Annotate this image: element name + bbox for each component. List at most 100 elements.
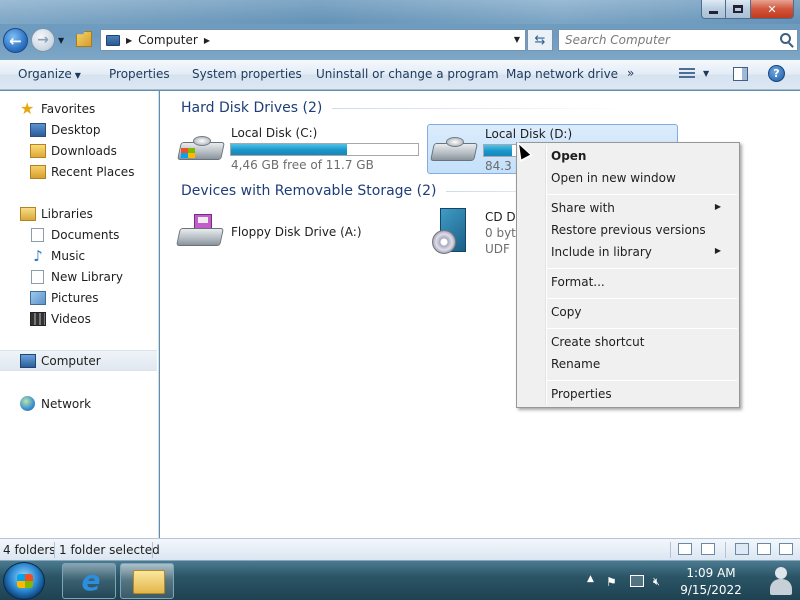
windows-logo-icon <box>181 148 195 158</box>
nav-music[interactable]: ♪ Music <box>0 245 157 266</box>
drive-c[interactable]: Local Disk (C:) 4,46 GB free of 11.7 GB <box>176 124 420 174</box>
menu-item-properties[interactable]: Properties <box>551 387 731 401</box>
submenu-arrow-icon: ▶ <box>714 246 721 255</box>
recent-pages-dropdown[interactable]: ▼ <box>58 36 64 45</box>
volume-muted-icon[interactable]: 🔇︎ <box>653 575 667 588</box>
menu-item-rename[interactable]: Rename <box>551 357 731 371</box>
cd-drive-icon <box>432 208 472 258</box>
forward-arrow-icon: → <box>37 32 49 48</box>
details-view-icon[interactable] <box>678 543 692 555</box>
nav-computer[interactable]: Computer <box>0 350 157 371</box>
large-icons-view-icon[interactable] <box>701 543 715 555</box>
uninstall-program-button[interactable]: Uninstall or change a program <box>316 67 499 81</box>
properties-button[interactable]: Properties <box>109 67 170 81</box>
computer-icon <box>106 34 120 46</box>
network-tray-icon[interactable] <box>630 575 644 587</box>
preview-pane-icon[interactable] <box>733 67 748 81</box>
menu-item-format[interactable]: Format... <box>551 275 731 289</box>
drive-c-usage-bar <box>230 143 419 156</box>
status-selection: 1 folder selected <box>59 543 160 557</box>
navigation-pane-toggle-icon[interactable] <box>779 543 793 555</box>
back-button[interactable]: ← <box>3 28 28 53</box>
cd-drive[interactable]: CD Dr 0 byte UDF <box>427 208 527 258</box>
floppy-drive-icon <box>176 214 224 248</box>
close-button[interactable]: ✕ <box>751 0 794 19</box>
view-options-dropdown[interactable]: ▼ <box>703 69 709 78</box>
address-bar[interactable]: ▶ Computer ▶ ▼ <box>100 29 526 51</box>
videos-icon <box>30 311 46 326</box>
nav-recent-places[interactable]: Recent Places <box>0 161 157 182</box>
status-folder-count: 4 folders <box>3 543 56 557</box>
menu-item-copy[interactable]: Copy <box>551 305 731 319</box>
maximize-button[interactable] <box>726 0 751 19</box>
menu-item-open[interactable]: Open <box>551 149 731 163</box>
desktop-icon <box>30 122 46 137</box>
breadcrumb-chevron-icon[interactable]: ▶ <box>126 36 132 45</box>
nav-videos[interactable]: Videos <box>0 308 157 329</box>
close-icon: ✕ <box>767 2 777 16</box>
map-network-drive-button[interactable]: Map network drive <box>506 67 618 81</box>
change-view-icon[interactable] <box>679 68 695 81</box>
context-menu: Open Open in new window Share with ▶ Rest… <box>516 142 740 408</box>
maximize-icon <box>733 5 743 13</box>
caption-buttons: ✕ <box>701 0 794 19</box>
more-commands-button[interactable]: » <box>627 66 634 80</box>
clock-time[interactable]: 1:09 AM <box>668 566 754 580</box>
preview-pane-toggle-icon[interactable] <box>735 543 749 555</box>
search-input[interactable] <box>565 33 765 47</box>
help-icon[interactable]: ? <box>768 65 785 82</box>
menu-item-share-with[interactable]: Share with ▶ <box>551 201 731 215</box>
details-pane-toggle-icon[interactable] <box>757 543 771 555</box>
hard-drive-icon <box>430 137 478 161</box>
recent-places-icon <box>30 164 46 179</box>
music-icon: ♪ <box>33 246 43 265</box>
breadcrumb-computer[interactable]: Computer <box>138 33 198 47</box>
action-center-flag-icon[interactable]: ⚑ <box>606 575 620 589</box>
forward-button[interactable]: → <box>31 28 55 52</box>
taskbar-windows-explorer[interactable] <box>120 563 174 599</box>
refresh-button[interactable]: ⇆ <box>527 29 553 51</box>
nav-desktop[interactable]: Desktop <box>0 119 157 140</box>
nav-documents[interactable]: Documents <box>0 224 157 245</box>
nav-pictures[interactable]: Pictures <box>0 287 157 308</box>
search-icon[interactable] <box>780 33 791 44</box>
start-button[interactable] <box>3 562 45 600</box>
back-arrow-icon: ← <box>9 31 22 50</box>
navigation-pane: ★ Favorites Desktop Downloads Recent Pla… <box>0 91 159 538</box>
nav-favorites[interactable]: ★ Favorites <box>0 98 157 119</box>
floppy-drive-a[interactable]: Floppy Disk Drive (A:) <box>176 208 420 258</box>
menu-item-open-new-window[interactable]: Open in new window <box>551 171 731 185</box>
show-hidden-icons-icon[interactable]: ▲ <box>587 574 594 584</box>
menu-item-create-shortcut[interactable]: Create shortcut <box>551 335 731 349</box>
submenu-arrow-icon: ▶ <box>714 202 721 211</box>
pictures-icon <box>30 290 46 305</box>
address-dropdown-icon[interactable]: ▼ <box>514 35 520 44</box>
menu-item-include-in-library[interactable]: Include in library ▶ <box>551 245 731 259</box>
status-bar: 4 folders 1 folder selected <box>0 538 800 560</box>
system-properties-button[interactable]: System properties <box>192 67 302 81</box>
drive-d-usage-fill <box>484 145 513 156</box>
search-box[interactable] <box>558 29 798 51</box>
refresh-icon: ⇆ <box>534 32 546 48</box>
nav-libraries[interactable]: Libraries <box>0 203 157 224</box>
windows-explorer-icon <box>133 570 165 594</box>
nav-downloads[interactable]: Downloads <box>0 140 157 161</box>
hard-drive-icon <box>177 136 225 160</box>
computer-icon <box>20 353 36 368</box>
organize-button[interactable]: Organize ▼ <box>18 67 81 81</box>
minimize-button[interactable] <box>701 0 726 19</box>
documents-icon <box>31 227 44 242</box>
taskbar-internet-explorer[interactable]: e <box>62 563 116 599</box>
nav-new-library[interactable]: New Library <box>0 266 157 287</box>
libraries-icon <box>20 206 36 221</box>
nav-network[interactable]: Network <box>0 393 157 414</box>
user-account-button[interactable] <box>760 561 800 600</box>
group-header-hard-disk-drives[interactable]: Hard Disk Drives (2) <box>181 100 633 116</box>
user-icon <box>770 567 792 595</box>
new-library-icon <box>31 269 44 284</box>
downloads-folder-icon <box>30 143 46 158</box>
clock-date[interactable]: 9/15/2022 <box>668 583 754 597</box>
internet-explorer-icon: e <box>81 564 101 597</box>
breadcrumb-chevron-icon[interactable]: ▶ <box>204 36 210 45</box>
menu-item-restore-versions[interactable]: Restore previous versions <box>551 223 731 237</box>
